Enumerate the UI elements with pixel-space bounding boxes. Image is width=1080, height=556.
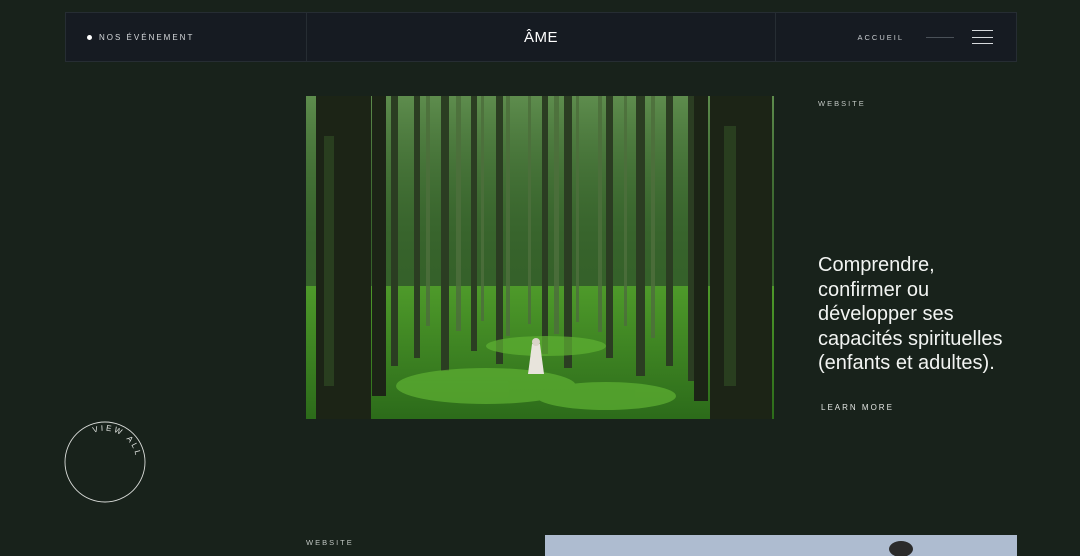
- feature-tag: WEBSITE: [818, 99, 866, 108]
- site-header: NOS ÉVÉNEMENT ÂME ACCUEIL: [65, 12, 1017, 62]
- forest-illustration: [306, 96, 774, 419]
- forest-image[interactable]: [306, 96, 774, 419]
- dot-icon: [87, 34, 92, 40]
- learn-more-link[interactable]: LEARN MORE: [821, 403, 894, 412]
- second-image[interactable]: [545, 535, 1017, 556]
- header-left: NOS ÉVÉNEMENT: [66, 13, 307, 61]
- nav-home-link[interactable]: ACCUEIL: [857, 33, 904, 42]
- second-tag: WEBSITE: [306, 538, 354, 547]
- site-logo[interactable]: ÂME: [524, 29, 558, 46]
- svg-text:VIEW ALL: VIEW ALL: [92, 424, 143, 459]
- header-right: ACCUEIL: [775, 13, 1016, 61]
- view-all-label: VIEW ALL: [92, 424, 141, 459]
- feature-headline: Comprendre, confirmer ou développer ses …: [818, 254, 1003, 374]
- view-all-button[interactable]: VIEW ALL: [63, 420, 147, 504]
- menu-icon[interactable]: [972, 30, 993, 44]
- header-center: ÂME: [307, 13, 775, 61]
- nav-events-link[interactable]: NOS ÉVÉNEMENT: [99, 33, 194, 42]
- header-divider: [926, 36, 954, 38]
